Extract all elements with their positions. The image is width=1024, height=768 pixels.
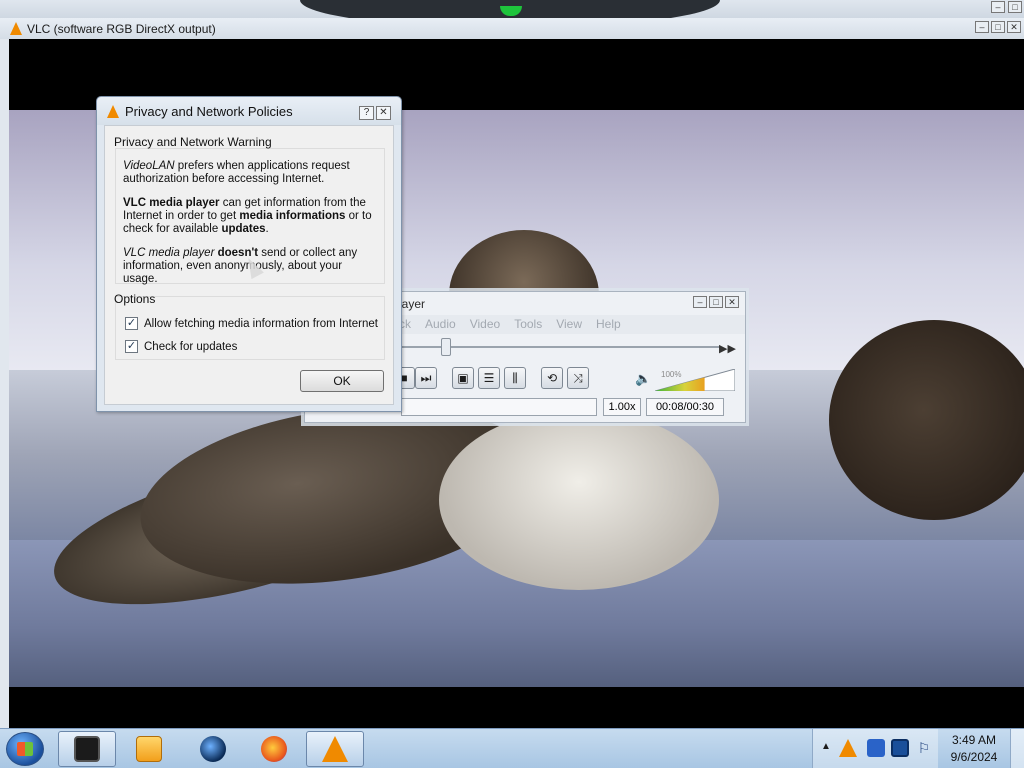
dialog-title: Privacy and Network Policies (125, 103, 293, 119)
menu-help[interactable]: Help (596, 315, 621, 334)
warning-paragraph-2: VLC media player can get information fro… (123, 197, 379, 236)
videolan-text: VideoLAN (123, 160, 175, 172)
minimize-icon[interactable]: – (693, 296, 707, 308)
updates-text: updates (221, 223, 266, 235)
taskbar-firefox[interactable] (245, 731, 303, 767)
taskbar-vlc[interactable] (306, 731, 364, 767)
notes-tray-icon[interactable] (867, 739, 885, 757)
taskbar-clock[interactable]: 3:49 AM 9/6/2024 (940, 732, 1008, 766)
taskbar-browser-globe[interactable] (184, 731, 242, 767)
dialog-window-controls: ? ✕ (359, 106, 391, 120)
check-updates-checkbox[interactable]: ✓ (125, 340, 138, 353)
vlc-output-title: VLC (software RGB DirectX output) (27, 21, 216, 36)
next-button[interactable]: ⏭ (415, 367, 437, 389)
menu-tools[interactable]: Tools (514, 315, 542, 334)
maximize-icon[interactable]: □ (709, 296, 723, 308)
minimize-icon[interactable]: – (975, 21, 989, 33)
vlc-cone-icon (10, 22, 22, 35)
terminal-icon (74, 736, 100, 762)
globe-icon (200, 736, 226, 762)
taskbar-terminal[interactable] (58, 731, 116, 767)
speaker-icon[interactable]: 🔈 (635, 371, 651, 387)
firefox-icon (261, 736, 287, 762)
help-icon[interactable]: ? (359, 106, 374, 120)
check-updates-checkbox-row[interactable]: ✓ Check for updates (125, 340, 237, 353)
vlc-bold-text: VLC media player (123, 197, 220, 209)
system-tray: ▲ ⚐ (812, 729, 938, 768)
warning-group-title: Privacy and Network Warning (114, 135, 272, 149)
taskbar-media-player[interactable] (120, 731, 178, 767)
extended-settings-button[interactable]: ⫼ (504, 367, 526, 389)
vlc-cone-icon (107, 104, 119, 118)
vlc-italic-text: VLC media player (123, 247, 215, 259)
show-desktop-button[interactable] (1010, 729, 1024, 768)
privacy-dialog: Privacy and Network Policies ? ✕ Privacy… (96, 96, 402, 412)
dialog-titlebar[interactable]: Privacy and Network Policies ? ✕ (97, 97, 401, 125)
close-icon[interactable]: ✕ (725, 296, 739, 308)
vlc-output-window-controls: – □ ✕ (975, 21, 1021, 33)
clock-time: 3:49 AM (951, 733, 997, 747)
close-icon[interactable]: ✕ (1007, 21, 1021, 33)
seal-right (829, 320, 1024, 520)
fast-forward-icon[interactable]: ▶▶ (719, 342, 736, 355)
shuffle-button[interactable]: ⤨ (567, 367, 589, 389)
led-indicator-icon (500, 6, 522, 16)
vlc-player-title: layer (399, 297, 426, 311)
time-display[interactable]: 00:08/00:30 (646, 398, 724, 416)
playback-speed[interactable]: 1.00x (603, 398, 641, 416)
vlc-tray-icon[interactable] (839, 739, 857, 757)
start-button[interactable] (6, 732, 44, 766)
fullscreen-button[interactable]: ▣ (452, 367, 474, 389)
window-frame-edge (0, 39, 9, 728)
tray-expand-icon[interactable]: ▲ (821, 741, 831, 752)
restore-icon[interactable]: □ (991, 21, 1005, 33)
menu-view[interactable]: View (556, 315, 582, 334)
volume-percent: 100% (661, 370, 682, 379)
allow-fetching-checkbox-row[interactable]: ✓ Allow fetching media information from … (125, 317, 378, 330)
playlist-button[interactable]: ☰ (478, 367, 500, 389)
allow-fetching-checkbox[interactable]: ✓ (125, 317, 138, 330)
p2-text-c: . (265, 223, 269, 235)
media-informations-text: media informations (239, 210, 346, 222)
ok-button[interactable]: OK (300, 370, 384, 392)
close-icon[interactable]: ✕ (376, 106, 391, 120)
top-window-controls: – □ (991, 1, 1022, 13)
seal-middle-light (439, 410, 719, 590)
vlc-cone-icon (322, 736, 348, 762)
seek-handle[interactable] (440, 338, 451, 356)
taskbar: ▲ ⚐ 3:49 AM 9/6/2024 (0, 728, 1024, 768)
windows-logo-icon (17, 742, 33, 756)
menu-audio[interactable]: Audio (425, 315, 456, 334)
menu-video[interactable]: Video (470, 315, 500, 334)
allow-fetching-label: Allow fetching media information from In… (144, 317, 378, 330)
clock-date: 9/6/2024 (950, 750, 998, 764)
network-tray-icon[interactable] (891, 739, 909, 757)
vlc-output-titlebar[interactable]: VLC (software RGB DirectX output) – □ ✕ (0, 18, 1024, 39)
minimize-icon[interactable]: – (991, 1, 1005, 13)
loop-button[interactable]: ⟲ (541, 367, 563, 389)
options-group-title: Options (114, 292, 156, 306)
maximize-icon[interactable]: □ (1008, 1, 1022, 13)
vlc-player-window-controls: – □ ✕ (693, 296, 739, 308)
check-updates-label: Check for updates (144, 340, 238, 353)
status-field (401, 398, 597, 416)
warning-paragraph-1: VideoLAN prefers when applications reque… (123, 160, 379, 186)
action-center-icon[interactable]: ⚐ (915, 739, 933, 757)
media-player-icon (136, 736, 162, 762)
